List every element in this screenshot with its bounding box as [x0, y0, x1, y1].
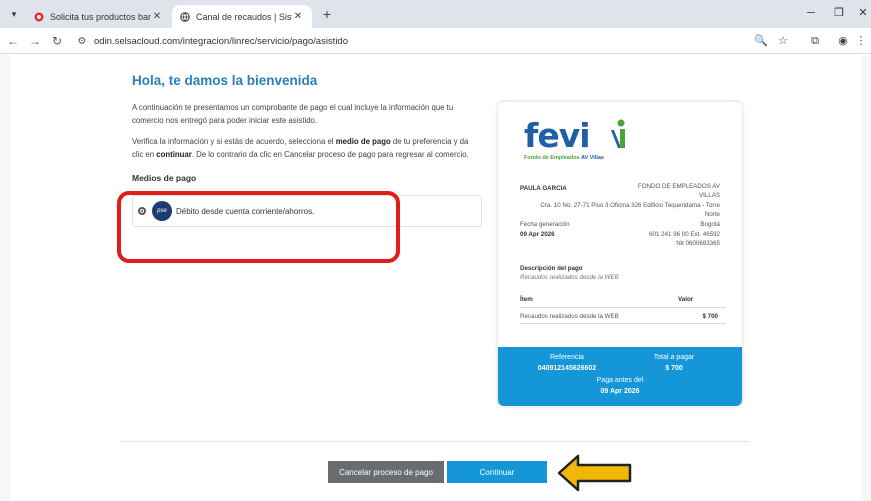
cancel-payment-button[interactable]: Cancelar proceso de pago [328, 461, 444, 483]
profile-avatar-icon[interactable]: ◉ [834, 32, 852, 50]
total-label: Total a pagar [653, 354, 695, 361]
tab-title: Canal de recaudos | Sistemas E [196, 11, 292, 22]
intro-text: A continuación te presentamos un comprob… [132, 103, 454, 125]
generation-date-value: 09 Apr 2026 [520, 231, 555, 238]
restore-icon[interactable]: ❐ [828, 4, 850, 22]
footer-divider [120, 441, 750, 442]
company-nit: Nit 0600693365 [676, 240, 720, 247]
logo-word: fevi [524, 116, 591, 155]
company-city: Bogotá [700, 221, 720, 228]
address-bar: ← → ↻ ⚙ odin.selsacloud.com/integracion/… [0, 28, 871, 54]
receipt-summary-banner: Referencia Total a pagar 040912145626602… [498, 347, 742, 406]
url-omnibox[interactable]: ⚙ odin.selsacloud.com/integracion/linrec… [76, 31, 776, 51]
extensions-puzzle-icon[interactable]: ⧉ [806, 32, 824, 50]
pointer-arrow-annotation-icon [557, 454, 632, 492]
browser-tab-bar: ▾ Solicita tus productos bancarios ✕ Can… [0, 0, 871, 28]
new-tab-plus-icon[interactable]: + [318, 5, 336, 23]
company-phone: 601 241 96 00 Ext. 46592 [649, 231, 720, 238]
site-settings-icon[interactable]: ⚙ [76, 36, 88, 47]
total-value: $ 700 [665, 365, 683, 372]
tab-solicita-productos[interactable]: Solicita tus productos bancarios ✕ [26, 5, 171, 28]
value-column-header: Valor [678, 296, 694, 303]
instruction-text: Verifica la información y si estás de ac… [132, 137, 469, 159]
continue-button[interactable]: Continuar [447, 461, 547, 483]
description-value: Recaudos realizados desde la WEB [520, 274, 619, 281]
reference-label: Referencia [550, 354, 584, 361]
highlight-annotation [117, 191, 400, 263]
company-address-line-2: Norte [704, 211, 720, 218]
browser-menu-icon[interactable]: ⋮ [852, 32, 870, 50]
fevi-logo: fevi Fondo de Empleados AV Villas [524, 114, 634, 162]
close-tab-icon[interactable]: ✕ [151, 11, 163, 22]
close-tab-icon[interactable]: ✕ [292, 11, 304, 22]
reference-value: 040912145626602 [537, 365, 597, 372]
tab-favicon-globe-icon [180, 11, 190, 22]
fevi-person-mark-icon [611, 119, 625, 148]
page-title: Hola, te damos la bienvenida [132, 73, 318, 88]
table-divider [520, 307, 726, 308]
tab-title: Solicita tus productos bancarios [50, 11, 151, 22]
pay-before-label: Paga antes del [596, 377, 644, 384]
receipt-card: fevi Fondo de Empleados AV Villas PAULA … [498, 102, 742, 406]
tab-search-chevron-icon[interactable]: ▾ [6, 6, 22, 22]
logo-subtitle: Fondo de Empleados AV Villas [524, 155, 604, 161]
company-name-line-2: VILLAS [699, 192, 720, 199]
description-label: Descripción del pago [520, 265, 583, 272]
close-window-icon[interactable]: ✕ [852, 4, 871, 22]
tab-canal-recaudos[interactable]: Canal de recaudos | Sistemas E ✕ [172, 5, 312, 28]
zoom-magnifier-icon[interactable]: 🔍 [752, 32, 770, 50]
item-name: Recaudos realizados desde la WEB [520, 313, 619, 320]
tab-favicon-red-icon [34, 12, 44, 21]
payment-methods-title: Medios de pago [132, 173, 197, 183]
company-name-line-1: FONDO DE EMPLEADOS AV [637, 183, 720, 190]
page-content: Hola, te damos la bienvenida A continuac… [0, 55, 871, 501]
url-text: odin.selsacloud.com/integracion/linrec/s… [94, 35, 348, 47]
payer-name: PAULA GARCIA [520, 185, 567, 192]
table-divider [520, 323, 726, 324]
generation-date-label: Fecha generación [520, 221, 570, 228]
reload-icon[interactable]: ↻ [48, 32, 66, 50]
item-column-header: Ítem [520, 296, 533, 303]
back-arrow-icon[interactable]: ← [4, 32, 22, 50]
pay-before-date: 09 Apr 2026 [600, 388, 640, 395]
minimize-icon[interactable]: ─ [800, 4, 822, 22]
company-address-line-1: Cra. 10 No. 27-71 Piso 3 Oficina 326 Edi… [540, 202, 720, 209]
bookmark-star-icon[interactable]: ☆ [774, 32, 792, 50]
item-value: $ 700 [702, 313, 718, 320]
forward-arrow-icon[interactable]: → [26, 32, 44, 50]
